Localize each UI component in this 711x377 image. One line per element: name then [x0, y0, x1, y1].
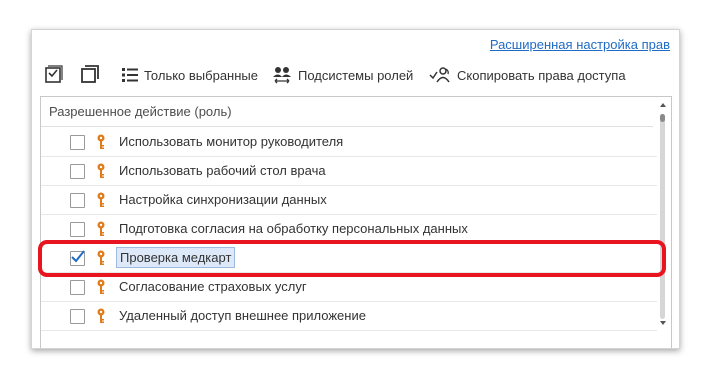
- column-header-label: Разрешенное действие (роль): [49, 104, 232, 119]
- list-item[interactable]: Настройка синхронизации данных: [41, 186, 658, 215]
- row-checkbox[interactable]: [70, 222, 85, 237]
- scroll-down-icon[interactable]: [660, 321, 666, 325]
- access-rights-panel: Расширенная настройка прав Только выбран…: [31, 29, 680, 349]
- list-item[interactable]: Использовать монитор руководителя: [41, 128, 658, 157]
- toolbar: Только выбранные Подсистемы ролей Скопир…: [32, 64, 679, 88]
- rights-list: Использовать монитор руководителя Использ…: [41, 128, 658, 331]
- list-item[interactable]: Подготовка согласия на обработку персона…: [41, 215, 658, 244]
- row-label: Подготовка согласия на обработку персона…: [119, 221, 468, 236]
- scroll-thumb[interactable]: [660, 114, 665, 122]
- list-item[interactable]: Использовать рабочий стол врача: [41, 157, 658, 186]
- row-checkbox[interactable]: [70, 280, 85, 295]
- copy-rights-button[interactable]: Скопировать права доступа: [429, 65, 626, 85]
- row-label: Использовать рабочий стол врача: [119, 163, 326, 178]
- key-icon: [96, 192, 106, 208]
- copy-rights-icon: [429, 67, 450, 83]
- list-item[interactable]: Проверка медкарт: [41, 244, 658, 273]
- key-icon: [96, 308, 106, 324]
- row-label: Проверка медкарт: [116, 247, 236, 268]
- subsystems-button[interactable]: Подсистемы ролей: [272, 65, 413, 85]
- key-icon: [96, 279, 106, 295]
- subsystems-label: Подсистемы ролей: [298, 67, 414, 83]
- copy-rights-label: Скопировать права доступа: [457, 67, 626, 83]
- advanced-settings-link[interactable]: Расширенная настройка прав: [490, 37, 670, 52]
- only-selected-button[interactable]: Только выбранные: [122, 65, 258, 85]
- key-icon: [96, 250, 106, 266]
- key-icon: [96, 134, 106, 150]
- row-label: Удаленный доступ внешнее приложение: [119, 308, 366, 323]
- key-icon: [96, 221, 106, 237]
- row-checkbox[interactable]: [70, 164, 85, 179]
- row-checkbox[interactable]: [70, 250, 85, 266]
- only-selected-label: Только выбранные: [144, 67, 258, 83]
- uncheck-all-icon[interactable]: [80, 64, 100, 84]
- rights-grid: Разрешенное действие (роль) Использовать…: [40, 96, 672, 348]
- list-item[interactable]: Удаленный доступ внешнее приложение: [41, 302, 658, 331]
- scroll-up-icon[interactable]: [660, 103, 666, 107]
- row-label: Настройка синхронизации данных: [119, 192, 327, 207]
- column-header[interactable]: Разрешенное действие (роль): [41, 97, 653, 127]
- row-checkbox[interactable]: [70, 309, 85, 324]
- row-checkbox[interactable]: [70, 193, 85, 208]
- key-icon: [96, 163, 106, 179]
- row-label: Согласование страховых услуг: [119, 279, 307, 294]
- check-all-icon[interactable]: [44, 64, 64, 84]
- row-checkbox[interactable]: [70, 135, 85, 150]
- vertical-scrollbar[interactable]: [657, 97, 670, 348]
- people-icon: [273, 67, 291, 84]
- list-item[interactable]: Согласование страховых услуг: [41, 273, 658, 302]
- scroll-track[interactable]: [660, 114, 665, 319]
- list-icon: [122, 68, 138, 82]
- row-label: Использовать монитор руководителя: [119, 134, 344, 149]
